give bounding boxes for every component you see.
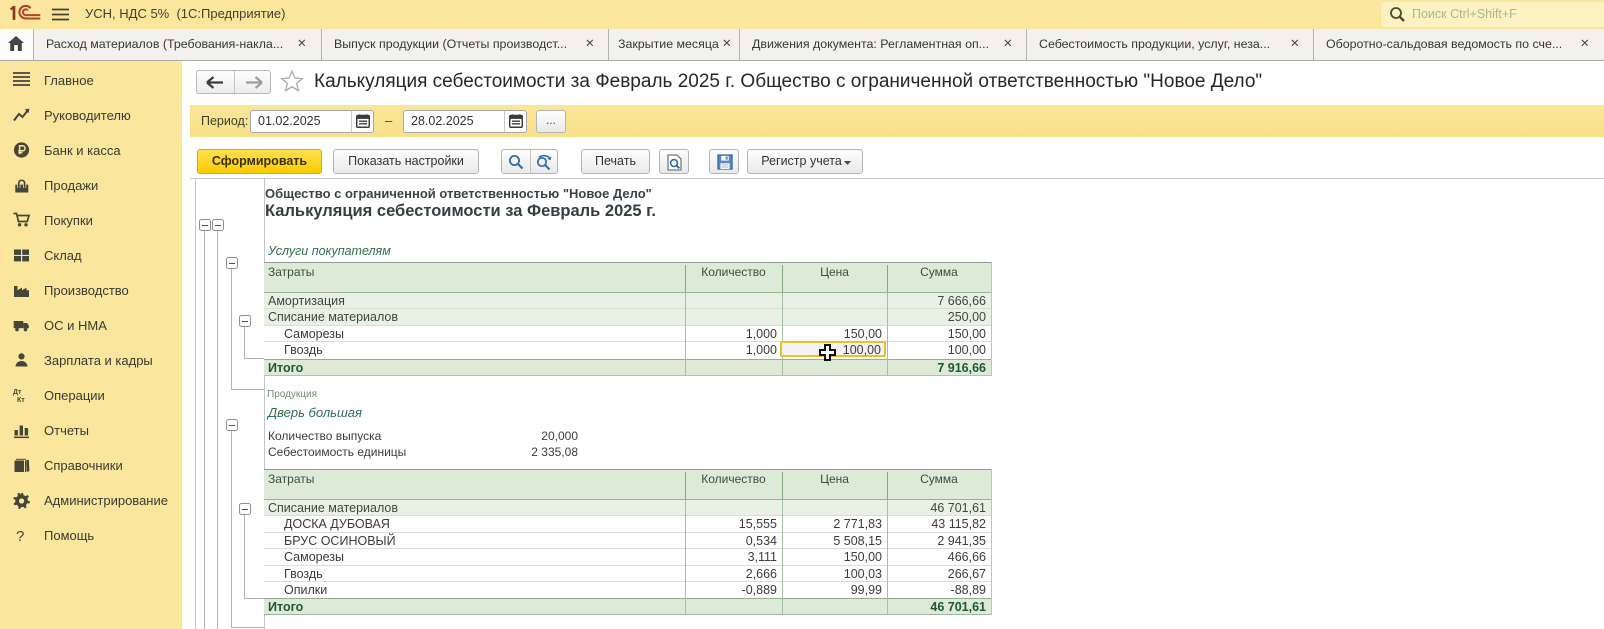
svg-text:Дт: Дт (13, 389, 22, 396)
svg-text:Кт: Кт (17, 397, 25, 404)
svg-text:?: ? (16, 528, 24, 544)
